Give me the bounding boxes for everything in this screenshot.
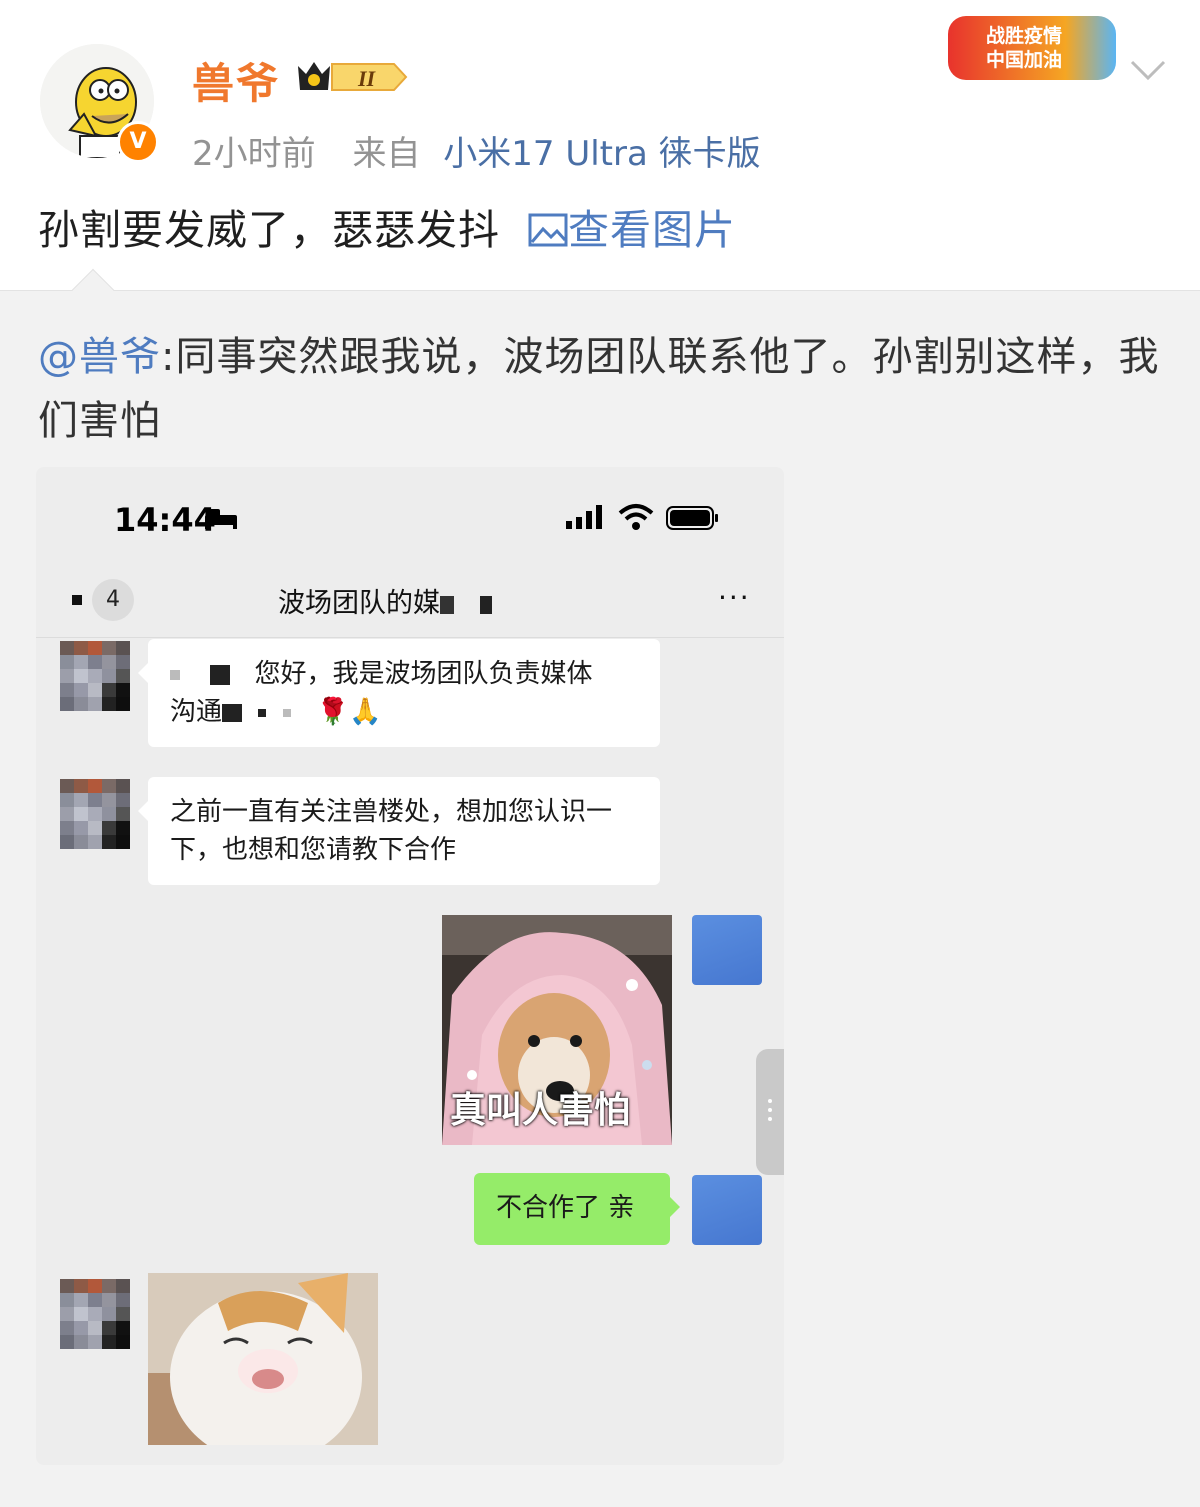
signal-icon (566, 505, 602, 529)
campaign-line1: 战胜疫情 (986, 25, 1063, 47)
username[interactable]: 兽爷 (192, 50, 280, 111)
more-options-icon[interactable]: ··· (718, 581, 751, 614)
cat-illustration (148, 1273, 378, 1445)
message-bubble-self[interactable]: 不合作了 亲 (474, 1173, 680, 1245)
nav-divider (36, 637, 784, 638)
repost-text: @兽爷:同事突然跟我说，波场团队联系他了。孙割别这样，我们害怕 (38, 325, 1168, 453)
message-bubble[interactable]: 您好，我是波场团队负责媒体 沟通 🌹🙏 (138, 639, 660, 747)
vip-level: II (357, 66, 377, 91)
campaign-line2: 中国加油 (986, 49, 1063, 71)
censored-block (440, 595, 504, 614)
message-line: 您好，我是波场团队负责媒体 (170, 655, 638, 693)
censored-block (210, 664, 231, 685)
post-body: 孙割要发威了，瑟瑟发抖 (38, 206, 500, 254)
post-meta: 2小时前 来自 小米17 Ultra 徕卡版 (192, 126, 761, 175)
message-text-line2: 沟通 (170, 697, 223, 727)
dog-sticker-image[interactable]: 真叫人害怕 (442, 915, 672, 1145)
censored-block (258, 708, 267, 717)
view-image-label: 查看图片 (568, 206, 737, 254)
device-link[interactable]: 小米17 Ultra 徕卡版 (443, 134, 760, 174)
picture-icon (528, 213, 568, 247)
repost-body: :同事突然跟我说，波场团队联系他了。孙割别这样，我们害怕 (38, 334, 1160, 444)
sticker-caption: 真叫人害怕 (450, 1090, 631, 1131)
wifi-icon (618, 504, 654, 530)
campaign-badge[interactable]: 战胜疫情 中国加油 (948, 16, 1116, 80)
pixelated-avatar[interactable] (60, 779, 130, 849)
message-bubble[interactable]: 之前一直有关注兽楼处，想加您认识一下，也想和您请教下合作 (138, 777, 660, 885)
chat-title: 波场团队的媒 (278, 581, 504, 620)
chevron-down-icon[interactable] (1128, 56, 1168, 86)
post-time: 2小时前 (192, 134, 316, 174)
sleep-mode-icon (205, 509, 237, 529)
chat-screenshot-image[interactable]: 14:44 4 波场团队的媒 ··· 您好，我是波场团队负责媒体 沟通 🌹🙏 之… (36, 467, 784, 1465)
censored-block (170, 669, 180, 680)
repost-mention[interactable]: @兽爷 (38, 334, 161, 380)
self-avatar[interactable] (692, 915, 762, 985)
cat-sticker-image[interactable] (148, 1273, 378, 1445)
pixelated-avatar[interactable] (60, 641, 130, 711)
pixelated-avatar[interactable] (60, 1279, 130, 1349)
message-text: 您好，我是波场团队负责媒体 (254, 659, 593, 689)
chat-title-text: 波场团队的媒 (278, 588, 440, 619)
side-drawer-handle[interactable] (756, 1049, 784, 1175)
battery-icon (666, 506, 718, 530)
message-line: 沟通 🌹🙏 (170, 693, 638, 731)
verified-icon: V (117, 121, 159, 163)
unread-count-badge: 4 (92, 579, 134, 621)
self-avatar[interactable] (692, 1175, 762, 1245)
emoji-rose-pray: 🌹🙏 (316, 697, 382, 727)
censored-block (282, 708, 291, 717)
vip-crown-icon: II (298, 62, 408, 91)
censored-block (222, 703, 243, 722)
source-prefix: 来自 (352, 134, 421, 174)
status-time: 14:44 (114, 501, 216, 539)
post-text: 孙割要发威了，瑟瑟发抖 查看图片 (38, 196, 736, 256)
repost-block: @兽爷:同事突然跟我说，波场团队联系他了。孙割别这样，我们害怕 14:44 4 … (0, 268, 1200, 1507)
view-image-link[interactable]: 查看图片 (528, 206, 736, 254)
weibo-post: V 兽爷 II 2小时前 来自 小米17 Ultra 徕卡版 战胜疫情 中国加油… (0, 0, 1200, 290)
back-icon[interactable] (72, 595, 82, 605)
